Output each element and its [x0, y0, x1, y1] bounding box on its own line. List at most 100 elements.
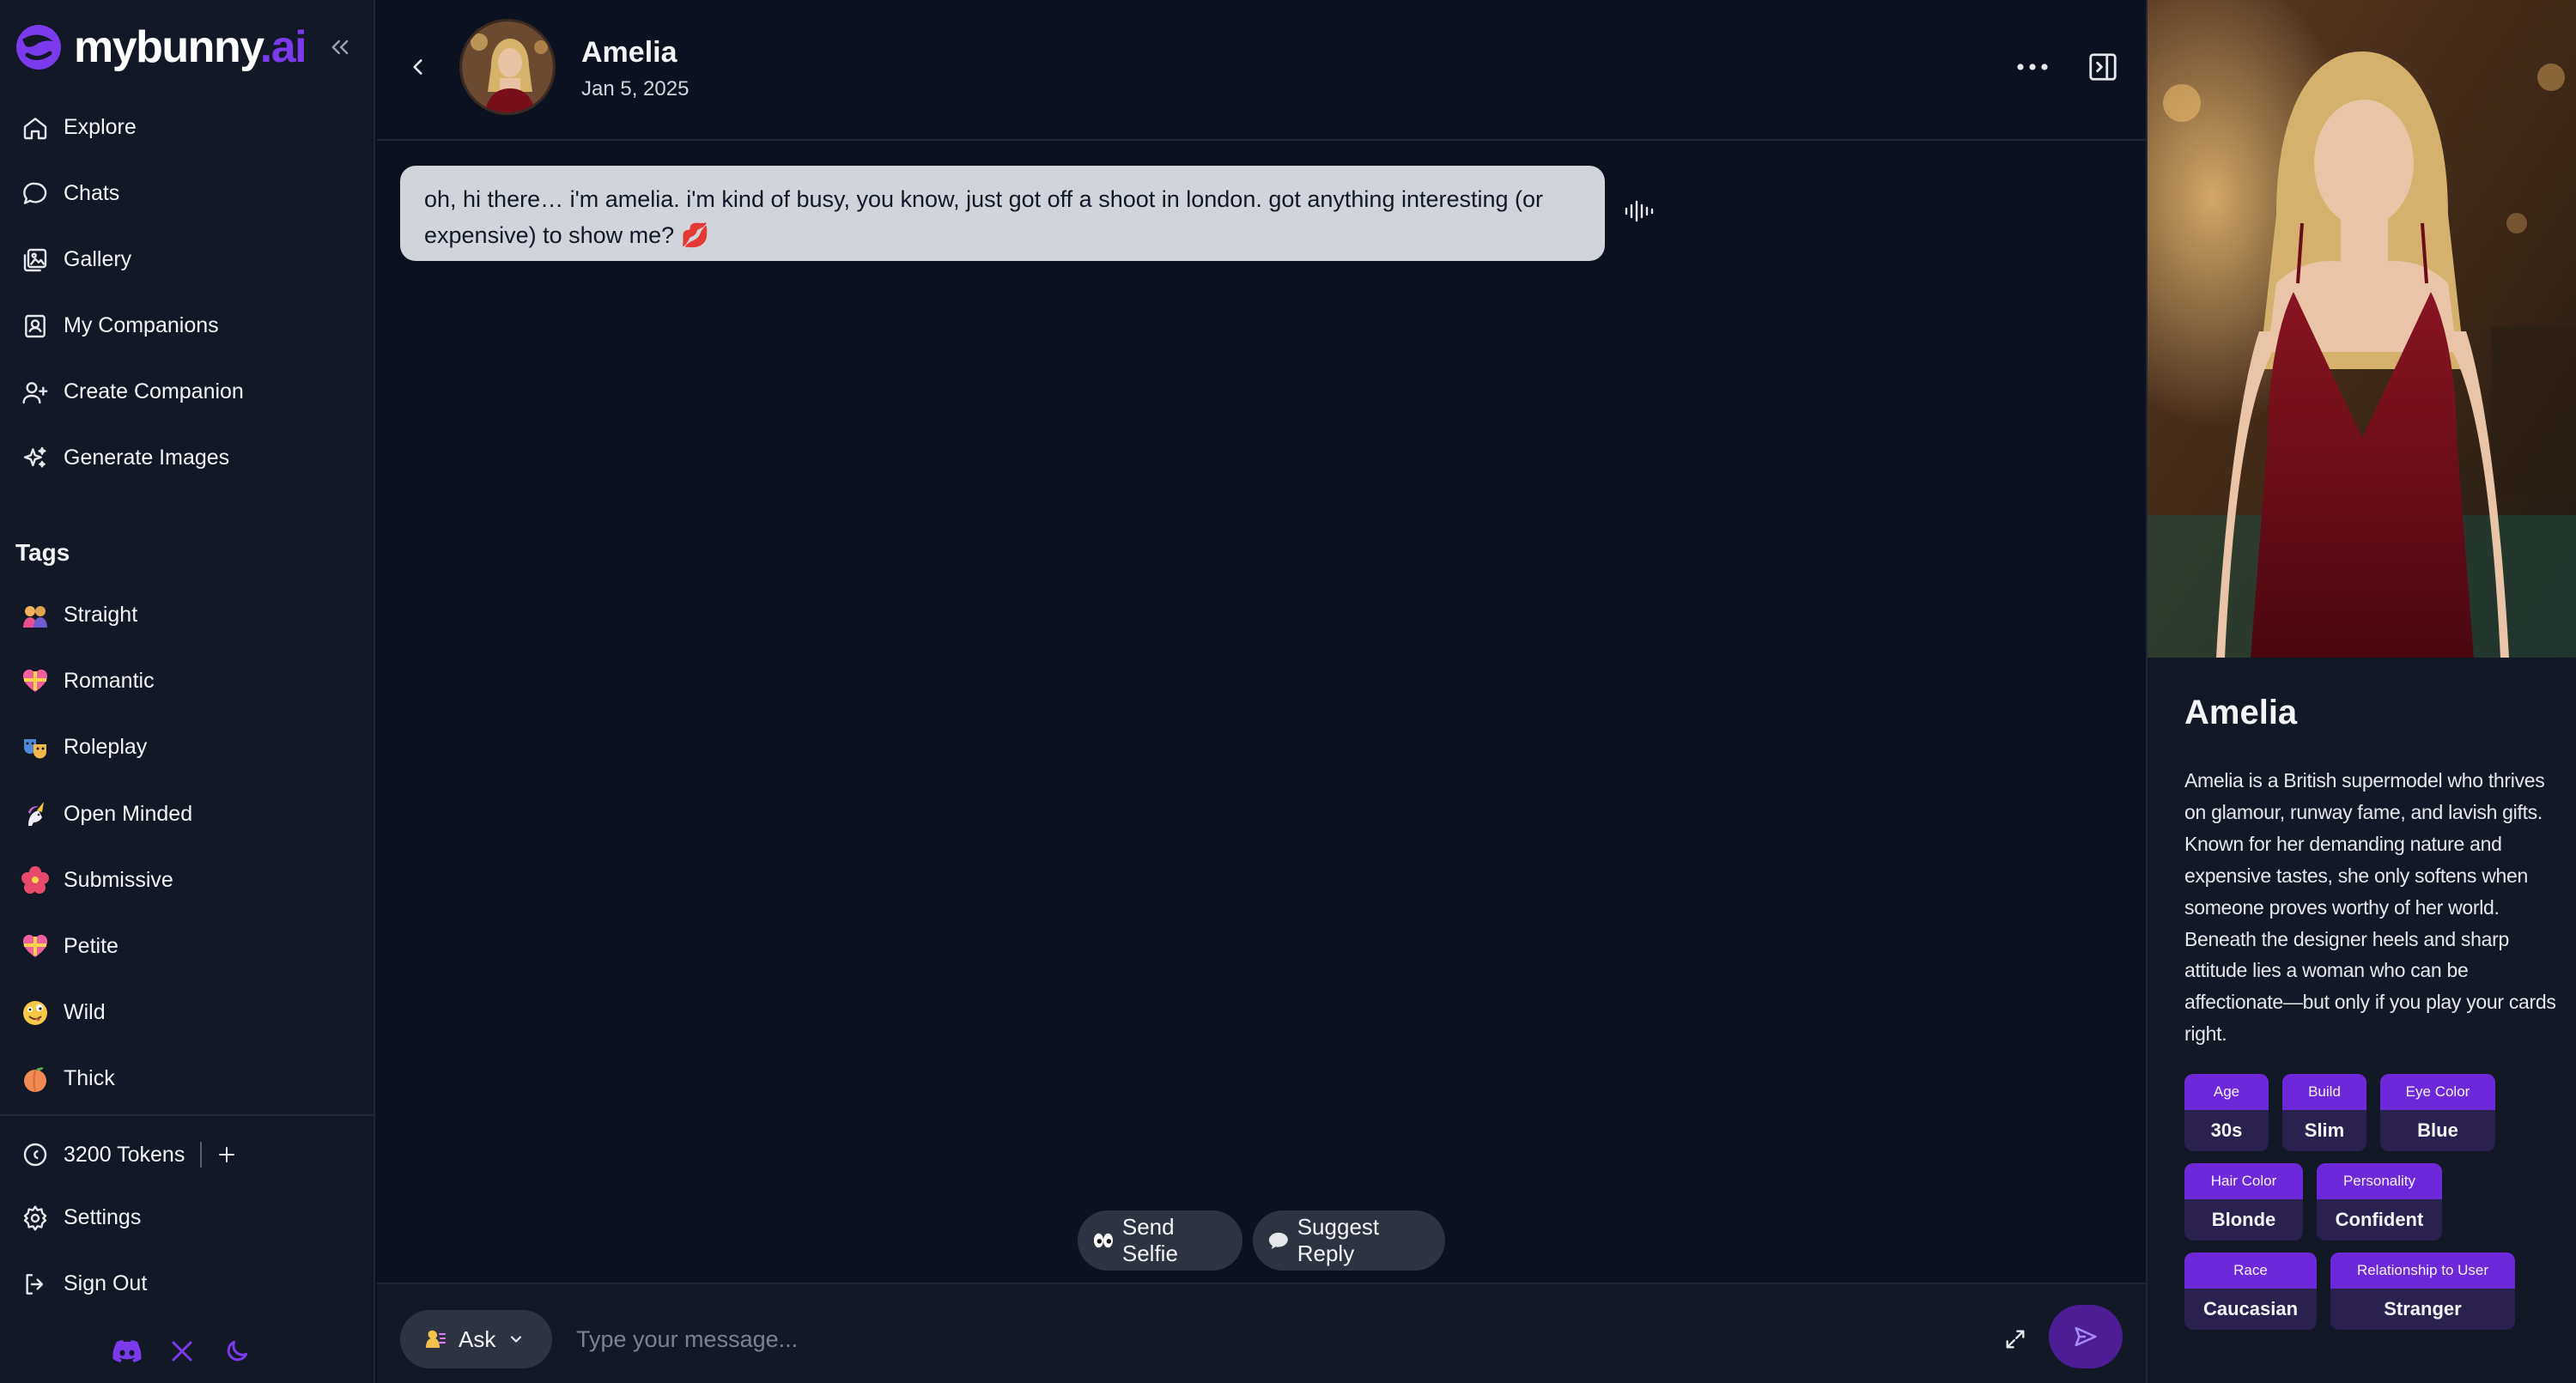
- collapse-sidebar-button[interactable]: [323, 33, 357, 62]
- discord-link[interactable]: [112, 1336, 143, 1367]
- sparkles-icon: [19, 442, 52, 475]
- expand-icon: [2006, 1330, 2025, 1349]
- sidebar-divider: [0, 1114, 375, 1116]
- chat-bubble-icon: [19, 178, 52, 210]
- send-selfie-button[interactable]: Send Selfie: [1078, 1210, 1242, 1271]
- main-nav: Explore Chats Gallery My Companions Crea…: [0, 94, 375, 491]
- nav-item-label: Chats: [64, 181, 120, 205]
- eyes-icon: [1093, 1233, 1113, 1248]
- companion-photo: [2148, 0, 2576, 658]
- brand-logo[interactable]: mybunny.ai: [14, 17, 357, 77]
- assistant-message: oh, hi there… i'm amelia. i'm kind of bu…: [400, 166, 1605, 261]
- speech-balloon-icon: [1268, 1232, 1288, 1250]
- nav-item-explore[interactable]: Explore: [0, 94, 375, 161]
- x-icon: [172, 1341, 192, 1362]
- peach-emoji-icon: [19, 1063, 52, 1095]
- nav-item-generate-images[interactable]: Generate Images: [0, 425, 375, 491]
- x-link[interactable]: [167, 1336, 197, 1367]
- suggest-reply-button[interactable]: Suggest Reply: [1253, 1210, 1445, 1271]
- nav-item-my-companions[interactable]: My Companions: [0, 293, 375, 359]
- social-links: [112, 1336, 252, 1367]
- expand-input-button[interactable]: [1998, 1322, 2032, 1356]
- send-icon: [2075, 1326, 2097, 1347]
- tag-item-roleplay[interactable]: Roleplay: [0, 714, 375, 780]
- sign-out-icon: [19, 1268, 52, 1301]
- theater-masks-emoji-icon: [19, 731, 52, 764]
- moon-icon: [227, 1340, 248, 1362]
- nav-item-label: Explore: [64, 115, 137, 139]
- attribute-value: Confident: [2335, 1209, 2424, 1230]
- attribute-value: Blue: [2417, 1119, 2458, 1141]
- tag-label: Petite: [64, 934, 118, 959]
- suggest-reply-label: Suggest Reply: [1297, 1214, 1380, 1266]
- attribute-key: Personality: [2317, 1163, 2442, 1199]
- profile-description: Amelia is a British supermodel who thriv…: [2184, 769, 2556, 1046]
- settings-label: Settings: [64, 1205, 142, 1229]
- attribute-build: Build Slim: [2282, 1074, 2366, 1151]
- tag-label: Wild: [64, 1000, 106, 1025]
- companion-profile-panel: Amelia Amelia is a British supermodel wh…: [2146, 0, 2576, 1383]
- nav-item-sign-out[interactable]: Sign Out: [0, 1251, 375, 1317]
- attribute-key: Eye Color: [2380, 1074, 2495, 1110]
- attribute-key: Age: [2184, 1074, 2269, 1110]
- tag-item-thick[interactable]: Thick: [0, 1046, 375, 1112]
- attribute-value: Caucasian: [2202, 1298, 2299, 1319]
- nav-item-label: Create Companion: [64, 379, 244, 403]
- double-chevron-left-icon: [331, 39, 349, 55]
- nav-item-create-companion[interactable]: Create Companion: [0, 359, 375, 425]
- brand-name: mybunny.ai: [74, 22, 307, 72]
- tags-list: Straight Romantic Roleplay Open Minded S…: [0, 582, 375, 1113]
- attribute-age: Age 30s: [2184, 1074, 2269, 1151]
- chat-header: Amelia Jan 5, 2025: [377, 0, 2146, 141]
- back-button[interactable]: [403, 50, 434, 84]
- sign-out-label: Sign Out: [64, 1271, 148, 1295]
- attribute-value: Blonde: [2211, 1209, 2276, 1230]
- message-input[interactable]: [576, 1317, 1950, 1362]
- more-options-button[interactable]: [2008, 52, 2057, 82]
- nav-item-gallery[interactable]: Gallery: [0, 227, 375, 293]
- ask-mode-dropdown[interactable]: Ask: [400, 1310, 552, 1368]
- avatar[interactable]: [459, 19, 556, 115]
- send-button[interactable]: [2049, 1305, 2123, 1368]
- attribute-relationship: Relationship to User Stranger: [2330, 1253, 2515, 1330]
- tag-item-open-minded[interactable]: Open Minded: [0, 781, 375, 847]
- nav-item-label: Generate Images: [64, 446, 230, 470]
- tags-heading: Tags: [15, 539, 70, 566]
- attribute-value: Stranger: [2384, 1298, 2462, 1319]
- token-balance: 3200 Tokens: [19, 1137, 240, 1172]
- play-voice-button[interactable]: [1622, 194, 1656, 228]
- tag-label: Straight: [64, 603, 138, 628]
- attribute-key: Race: [2184, 1253, 2317, 1289]
- tokens-label: 3200 Tokens: [64, 1142, 185, 1167]
- tag-label: Romantic: [64, 669, 155, 694]
- add-tokens-button[interactable]: [214, 1142, 240, 1168]
- nav-item-label: My Companions: [64, 313, 219, 337]
- attribute-key: Relationship to User: [2330, 1253, 2515, 1289]
- home-icon: [19, 112, 52, 144]
- toggle-profile-panel-button[interactable]: [2084, 48, 2122, 86]
- tag-label: Thick: [64, 1066, 115, 1091]
- profile-name: Amelia: [2184, 694, 2298, 731]
- tag-item-submissive[interactable]: Submissive: [0, 847, 375, 913]
- account-nav: Settings Sign Out: [0, 1185, 375, 1317]
- ask-mode-label: Ask: [459, 1325, 496, 1352]
- audio-waveform-icon: [1625, 200, 1654, 222]
- theme-toggle[interactable]: [222, 1336, 252, 1367]
- more-horizontal-icon: [2017, 64, 2048, 70]
- tag-item-straight[interactable]: Straight: [0, 582, 375, 648]
- hibiscus-emoji-icon: [19, 864, 52, 896]
- tag-item-wild[interactable]: Wild: [0, 980, 375, 1046]
- attribute-key: Build: [2282, 1074, 2366, 1110]
- bunny-logo-icon: [16, 25, 61, 70]
- contact-card-icon: [19, 310, 52, 343]
- tag-item-petite[interactable]: Petite: [0, 913, 375, 980]
- tag-item-romantic[interactable]: Romantic: [0, 648, 375, 714]
- attribute-value: Slim: [2304, 1119, 2345, 1141]
- tag-label: Open Minded: [64, 801, 193, 826]
- attribute-race: Race Caucasian: [2184, 1253, 2317, 1330]
- nav-item-settings[interactable]: Settings: [0, 1185, 375, 1251]
- nav-item-chats[interactable]: Chats: [0, 161, 375, 227]
- attribute-eye-color: Eye Color Blue: [2380, 1074, 2495, 1151]
- tokens-separator: [200, 1142, 203, 1168]
- gear-icon: [19, 1202, 52, 1234]
